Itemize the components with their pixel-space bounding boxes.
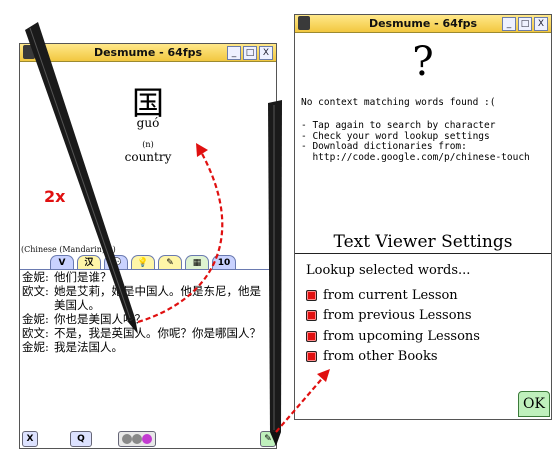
stylus-icon [25, 22, 138, 334]
settings-arrow [275, 373, 327, 433]
arrow-head-icon [317, 369, 330, 382]
stylus-icon [268, 100, 282, 446]
annotation-overlay [25, 22, 330, 446]
tap-arrow [137, 149, 224, 324]
tap-count-label: 2x [44, 187, 66, 206]
